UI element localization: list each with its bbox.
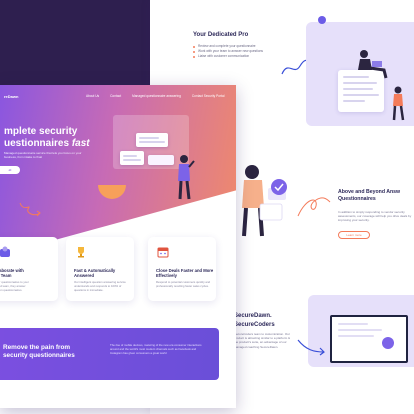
cta-banner: Remove the pain from security questionna… [0,328,219,380]
feature-card: laborate with r Team ur questionnaires t… [0,237,58,301]
dark-header-panel [0,0,165,90]
hero-illustration-card [120,151,144,165]
loop-arrow-icon [297,197,331,217]
logo[interactable]: reDawn [4,94,18,99]
nav-managed-questionnaire[interactable]: Managed questionnaire answering [132,94,181,98]
feature-title: Fast & Automatically Answered [74,268,116,279]
person-sitting-illustration-icon [358,50,388,79]
learn-more-button[interactable]: Learn more [338,231,370,239]
top-nav: About Us Contact Managed questionnaire a… [86,94,235,98]
section3-text: SecureCoders team to customization. Our … [234,332,291,349]
nav-security-portal[interactable]: Contact Security Portal [192,94,225,98]
check-circle-icon [271,179,287,195]
decorative-dot [318,16,326,24]
hero-illustration-card [148,155,174,165]
feature-title: laborate with r Team [0,268,24,279]
section1-list: Review and complete your questionnaire W… [193,44,263,59]
nav-contact[interactable]: Contact [110,94,121,98]
landing-page-mockup: Your Dedicated Pro Review and complete y… [0,0,414,414]
section2-text: In addition to simply responding to vend… [338,210,412,223]
nav-about-us[interactable]: About Us [86,94,99,98]
banner-title: Remove the pain from security questionna… [3,344,75,360]
section3-title: SecureDawn. SecureCoders [234,313,275,328]
curly-arrow-icon [19,202,41,217]
hero-cta-button[interactable]: ct [0,166,20,174]
front-page-sheet: reDawn About Us Contact Managed question… [0,85,236,408]
feature-text: ur questionnaires to your ted team, they… [0,280,29,292]
hero-illustration-card [136,133,168,147]
feature-text: Respond to potential customers quickly a… [156,280,211,288]
feature-title: Close Deals Faster and More Effectively [156,268,214,279]
hero-subtitle: Managed questionnaire service that lets … [4,151,82,159]
feature-card: Close Deals Faster and More Effectively … [148,237,216,301]
hero-section [0,85,236,255]
section1-title: Your Dedicated Pro [193,32,249,38]
hero-title: mplete security uestionnaires fast [4,126,90,149]
feature-card: Fast & Automatically Answered Our intell… [66,237,134,301]
person-with-phone-illustration-icon [242,165,286,237]
trophy-icon [74,245,88,259]
pointer-arrow-icon [297,339,325,356]
monitor-illustration [330,315,408,363]
feature-text: Our intelligent question answering servi… [74,280,126,292]
list-item: Liaise with customer communication [193,54,263,59]
banner-text: The rise of mobile devices, maturing of … [110,343,202,355]
feature-row: laborate with r Team ur questionnaires t… [0,237,236,305]
person-standing-illustration-icon [392,86,405,121]
calendar-icon [156,245,170,259]
people-icon [0,245,12,259]
person-standing-illustration-icon [178,155,195,200]
section2-title: Above and Beyond Answ Questionnaires [338,189,401,202]
